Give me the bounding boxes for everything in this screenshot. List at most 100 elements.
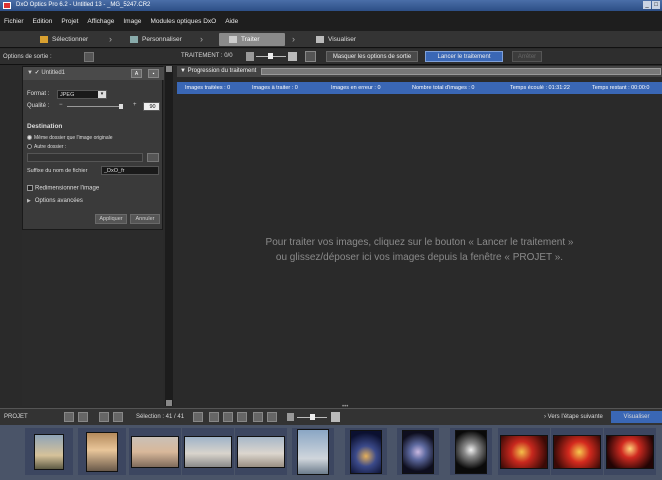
quality-value[interactable]: 90: [143, 102, 160, 111]
quality-slider-track[interactable]: [67, 106, 119, 107]
window-title: DxO Optics Pro 6.2 - Untitled 13 - _MG_5…: [16, 2, 151, 8]
thumbnail[interactable]: [78, 428, 126, 475]
selection-count: Sélection : 41 / 41: [136, 414, 185, 420]
progress-bar: [261, 68, 661, 75]
rotate-right-icon[interactable]: [223, 412, 233, 422]
radio-other-folder[interactable]: [27, 144, 32, 150]
dest-same-label: Même dossier que l'image originale: [34, 135, 113, 141]
filter-icon[interactable]: [64, 412, 74, 422]
left-panel-empty-area: [22, 230, 163, 406]
rotate-left-icon[interactable]: [209, 412, 219, 422]
left-panel-scrollbar[interactable]: [165, 66, 173, 406]
image-filmstrip[interactable]: [0, 425, 662, 480]
stop-button[interactable]: Arrêter: [512, 51, 542, 62]
output-options-header: Options de sortie :: [0, 49, 176, 65]
thumbnail[interactable]: [604, 428, 656, 475]
info-icon[interactable]: [305, 51, 316, 62]
collapse-progress-icon[interactable]: ▼: [180, 68, 186, 74]
project-label: PROJET: [4, 414, 28, 420]
check-icon[interactable]: ✓: [35, 70, 40, 76]
progress-header: ▼ Progression du traitement: [177, 66, 662, 77]
menu-edition[interactable]: Edition: [33, 18, 53, 25]
grid-view-icon[interactable]: [99, 412, 109, 422]
large-image-icon: [288, 52, 297, 61]
resize-checkbox[interactable]: [27, 185, 33, 191]
quality-slider-handle[interactable]: [119, 104, 123, 109]
menu-aide[interactable]: Aide: [225, 18, 238, 25]
resize-option[interactable]: Redimensionner l'image: [27, 185, 99, 192]
plus-icon[interactable]: +: [133, 102, 137, 108]
format-select[interactable]: JPEG ▾: [57, 90, 107, 99]
format-value: JPEG: [60, 92, 75, 98]
workflow-step-bar: Sélectionner › Personnaliser › Traiter ›…: [0, 31, 662, 48]
tab-select-label: Sélectionner: [52, 36, 89, 43]
thumbnail[interactable]: [235, 428, 287, 475]
compare-icon[interactable]: [237, 412, 247, 422]
process-icon: [229, 36, 237, 43]
thumbnail[interactable]: [182, 428, 234, 475]
hide-output-options-button[interactable]: Masquer les options de sortie: [326, 51, 418, 62]
tab-view[interactable]: Visualiser: [316, 33, 356, 46]
stat-processed: Images traitées : 0: [185, 85, 231, 91]
tab-select[interactable]: Sélectionner: [40, 33, 88, 46]
tab-view-label: Visualiser: [328, 36, 357, 43]
progress-title: Progression du traitement: [187, 68, 257, 74]
rename-preset-button[interactable]: A: [131, 69, 142, 78]
thumbnail[interactable]: [397, 428, 439, 475]
next-step-link[interactable]: › Vers l'étape suivante: [544, 414, 603, 420]
other-folder-input[interactable]: [27, 153, 143, 162]
preset-header: ▼ ✓ Untitled1 A ▪: [23, 67, 164, 80]
collapse-icon[interactable]: ▼: [27, 70, 33, 76]
minus-icon[interactable]: −: [59, 102, 63, 108]
launch-processing-button[interactable]: Lancer le traitement: [425, 51, 503, 62]
thumbnail[interactable]: [450, 428, 492, 475]
browse-folder-icon[interactable]: [147, 153, 159, 162]
menu-modules-optiques[interactable]: Modules optiques DxO: [150, 18, 216, 25]
small-thumb-icon: [287, 413, 294, 421]
menu-projet[interactable]: Projet: [61, 18, 78, 25]
chevron-down-icon: ▾: [98, 91, 106, 98]
thumbnail[interactable]: [551, 428, 603, 475]
filmstrip-size-handle[interactable]: [310, 414, 315, 420]
delete-preset-button[interactable]: ▪: [148, 69, 159, 78]
destination-title: Destination: [27, 123, 63, 130]
info-icon[interactable]: [113, 412, 123, 422]
sort-icon[interactable]: [78, 412, 88, 422]
maximize-button[interactable]: □: [652, 1, 660, 9]
thumbnail[interactable]: [25, 428, 73, 475]
menu-affichage[interactable]: Affichage: [87, 18, 114, 25]
tab-process-label: Traiter: [241, 36, 260, 43]
tab-process[interactable]: Traiter: [219, 33, 285, 46]
minimize-button[interactable]: _: [643, 1, 651, 9]
dest-same-option[interactable]: Même dossier que l'image originale: [27, 135, 113, 141]
select-all-icon[interactable]: [193, 412, 203, 422]
suffix-input[interactable]: _DxO_fr: [101, 166, 159, 175]
dest-other-option[interactable]: Autre dossier :: [27, 144, 66, 150]
thumbnail[interactable]: [345, 428, 387, 475]
thumbnail[interactable]: [498, 428, 550, 475]
format-label: Format :: [27, 91, 50, 97]
scroll-down-icon[interactable]: [166, 400, 172, 406]
cancel-button[interactable]: Annuler: [130, 214, 160, 224]
radio-same-folder[interactable]: [27, 135, 32, 141]
output-settings-button[interactable]: [84, 52, 94, 62]
menu-image[interactable]: Image: [123, 18, 141, 25]
tab-customize[interactable]: Personnaliser: [130, 33, 182, 46]
thumbnail[interactable]: [129, 428, 181, 475]
expand-arrow-icon: ▶: [27, 198, 31, 204]
stat-elapsed: Temps écoulé : 01:31:22: [510, 85, 570, 91]
delete-icon[interactable]: [253, 412, 263, 422]
find-icon[interactable]: [267, 412, 277, 422]
sliders-icon: [130, 36, 138, 43]
stat-to-process: Images à traiter : 0: [252, 85, 298, 91]
processing-drop-area[interactable]: Pour traiter vos images, cliquez sur le …: [177, 94, 662, 410]
menu-fichier[interactable]: Fichier: [4, 18, 24, 25]
app-icon: [3, 2, 11, 9]
apply-button[interactable]: Appliquer: [95, 214, 127, 224]
scroll-up-icon[interactable]: [166, 66, 172, 72]
launch-processing-label: Lancer le traitement: [437, 54, 491, 60]
thumbnail[interactable]: [292, 428, 334, 475]
advanced-options-toggle[interactable]: ▶ Options avancées: [27, 198, 83, 204]
thumb-size-handle[interactable]: [268, 53, 273, 59]
view-step-button[interactable]: Visualiser: [611, 411, 662, 423]
